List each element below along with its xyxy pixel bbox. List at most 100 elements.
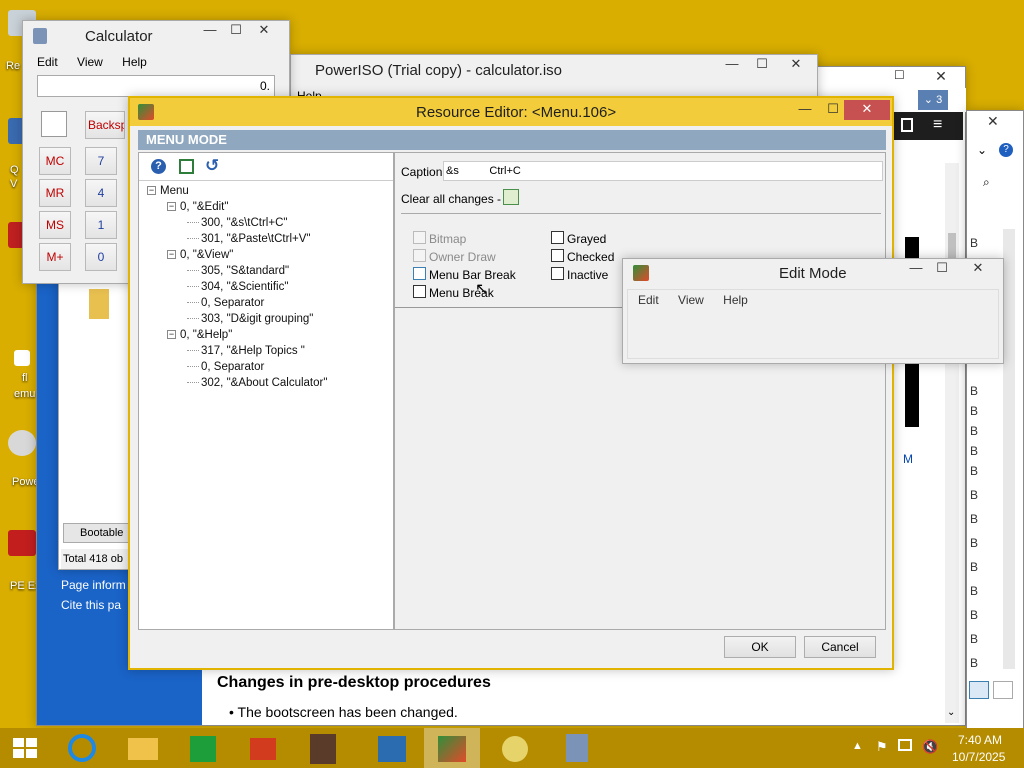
- taskbar-store[interactable]: [174, 728, 230, 768]
- network-icon[interactable]: [898, 739, 912, 751]
- digit-4-button[interactable]: 4: [85, 179, 117, 207]
- caption-input[interactable]: [443, 161, 883, 181]
- resource-editor-titlebar: Resource Editor: <Menu.106> — ☐ ✕: [130, 98, 892, 126]
- undo-icon[interactable]: ↺: [205, 156, 219, 176]
- menu-view[interactable]: View: [77, 55, 103, 69]
- pe-explorer-icon[interactable]: [8, 530, 36, 556]
- shortcut-icon[interactable]: [14, 350, 30, 366]
- details-view-icon[interactable]: [969, 681, 989, 699]
- taskbar-app-red[interactable]: [234, 728, 290, 768]
- bootable-button[interactable]: Bootable: [63, 523, 135, 543]
- tree-item[interactable]: 302, "&About Calculator": [187, 377, 327, 389]
- chevron-down-icon[interactable]: ⌄: [977, 143, 987, 157]
- help-icon[interactable]: ?: [999, 143, 1013, 157]
- taskbar-virtualbox[interactable]: [364, 728, 420, 768]
- list-letter: B: [970, 424, 979, 438]
- folder-icon: [128, 738, 158, 760]
- digit-0-button[interactable]: 0: [85, 243, 117, 271]
- bitmap-checkbox[interactable]: [413, 231, 426, 244]
- clock-time[interactable]: 7:40 AM: [958, 733, 1002, 747]
- taskbar-explorer[interactable]: [114, 728, 170, 768]
- mplus-button[interactable]: M+: [39, 243, 71, 271]
- menu-break-checkbox[interactable]: [413, 285, 426, 298]
- grayed-checkbox[interactable]: [551, 231, 564, 244]
- tree-item[interactable]: 300, "&s\tCtrl+C": [187, 217, 287, 229]
- tree-item[interactable]: 301, "&Paste\tCtrl+V": [187, 233, 310, 245]
- large-icons-view-icon[interactable]: [993, 681, 1013, 699]
- ok-button[interactable]: OK: [724, 636, 796, 658]
- mr-button[interactable]: MR: [39, 179, 71, 207]
- collapse-icon[interactable]: −: [167, 250, 176, 260]
- help-icon[interactable]: ?: [151, 159, 166, 174]
- tree-item[interactable]: −0, "&View": [167, 249, 233, 261]
- tree-item[interactable]: 304, "&Scientific": [187, 281, 288, 293]
- menu-help[interactable]: Help: [122, 55, 147, 69]
- edit-mode-titlebar: Edit Mode — ☐ ✕: [623, 259, 1003, 289]
- collapse-icon[interactable]: −: [147, 186, 156, 196]
- link-m[interactable]: M: [903, 452, 913, 466]
- close-button[interactable]: ✕: [241, 21, 287, 41]
- flag-icon[interactable]: ⚑: [876, 739, 888, 755]
- taskbar-resource-editor[interactable]: [424, 728, 480, 768]
- list-letter: B: [970, 444, 979, 458]
- minimize-button[interactable]: —: [715, 55, 749, 75]
- clear-all-icon[interactable]: [503, 189, 519, 205]
- list-letter: B: [970, 656, 979, 670]
- scrollbar[interactable]: [1003, 229, 1015, 669]
- close-button[interactable]: ✕: [773, 55, 817, 75]
- owner-draw-checkbox[interactable]: [413, 249, 426, 262]
- tabs-icon[interactable]: [901, 118, 913, 132]
- scroll-down-icon[interactable]: ⌄: [947, 707, 955, 718]
- tree-item[interactable]: 0, Separator: [187, 361, 264, 373]
- digit-7-button[interactable]: 7: [85, 147, 117, 175]
- page-link[interactable]: Page inform: [61, 578, 126, 592]
- checked-checkbox[interactable]: [551, 249, 564, 262]
- mc-button[interactable]: MC: [39, 147, 71, 175]
- tree-item[interactable]: 317, "&Help Topics ": [187, 345, 305, 357]
- volume-mute-icon[interactable]: 🔇: [922, 739, 938, 755]
- clock-date[interactable]: 10/7/2025: [952, 750, 1005, 764]
- scrollbar[interactable]: ⌄: [945, 163, 959, 723]
- browser-close-button[interactable]: ✕: [918, 68, 964, 88]
- close-icon[interactable]: ✕: [987, 113, 999, 130]
- export-icon[interactable]: [179, 159, 194, 174]
- menu-bar-break-checkbox[interactable]: [413, 267, 426, 280]
- start-button[interactable]: [0, 728, 50, 768]
- collapse-icon[interactable]: −: [167, 330, 176, 340]
- maximize-button[interactable]: ☐: [925, 259, 959, 279]
- menu-edit[interactable]: Edit: [638, 293, 659, 307]
- grayed-label: Grayed: [567, 232, 607, 246]
- search-icon[interactable]: ⌕: [983, 175, 990, 190]
- tray-overflow-icon[interactable]: ▲: [852, 740, 863, 752]
- taskbar-ie[interactable]: [54, 728, 110, 768]
- digit-1-button[interactable]: 1: [85, 211, 117, 239]
- tree-item[interactable]: −0, "&Edit": [167, 201, 228, 213]
- close-button[interactable]: ✕: [844, 100, 890, 120]
- cancel-button[interactable]: Cancel: [804, 636, 876, 658]
- status-bar: Total 418 ob: [61, 549, 137, 569]
- tree-item[interactable]: 305, "S&tandard": [187, 265, 289, 277]
- tree-item[interactable]: 303, "D&igit grouping": [187, 313, 313, 325]
- menu-help[interactable]: Help: [723, 293, 748, 307]
- taskbar-poweriso[interactable]: [486, 728, 542, 768]
- tree-item[interactable]: −0, "&Help": [167, 329, 232, 341]
- tab-counter[interactable]: ⌄ 3: [918, 90, 948, 110]
- menu-icon[interactable]: ≡: [933, 117, 942, 133]
- taskbar-calculator[interactable]: [548, 728, 604, 768]
- backspace-button[interactable]: Backsp: [85, 111, 125, 139]
- poweriso-titlebar: PowerISO (Trial copy) - calculator.iso —…: [291, 55, 817, 85]
- close-button[interactable]: ✕: [955, 259, 1001, 279]
- ms-button[interactable]: MS: [39, 211, 71, 239]
- disc-icon[interactable]: [8, 430, 36, 456]
- tree-item[interactable]: 0, Separator: [187, 297, 264, 309]
- collapse-icon[interactable]: −: [167, 202, 176, 212]
- list-letter: B: [970, 464, 979, 478]
- page-link[interactable]: Cite this pa: [61, 598, 121, 612]
- folder-icon[interactable]: [89, 289, 109, 319]
- browser-max-button[interactable]: ☐: [894, 68, 914, 88]
- tree-root[interactable]: − Menu: [147, 185, 189, 197]
- menu-view[interactable]: View: [678, 293, 704, 307]
- inactive-checkbox[interactable]: [551, 267, 564, 280]
- taskbar-app-dark[interactable]: [294, 728, 350, 768]
- menu-edit[interactable]: Edit: [37, 55, 58, 69]
